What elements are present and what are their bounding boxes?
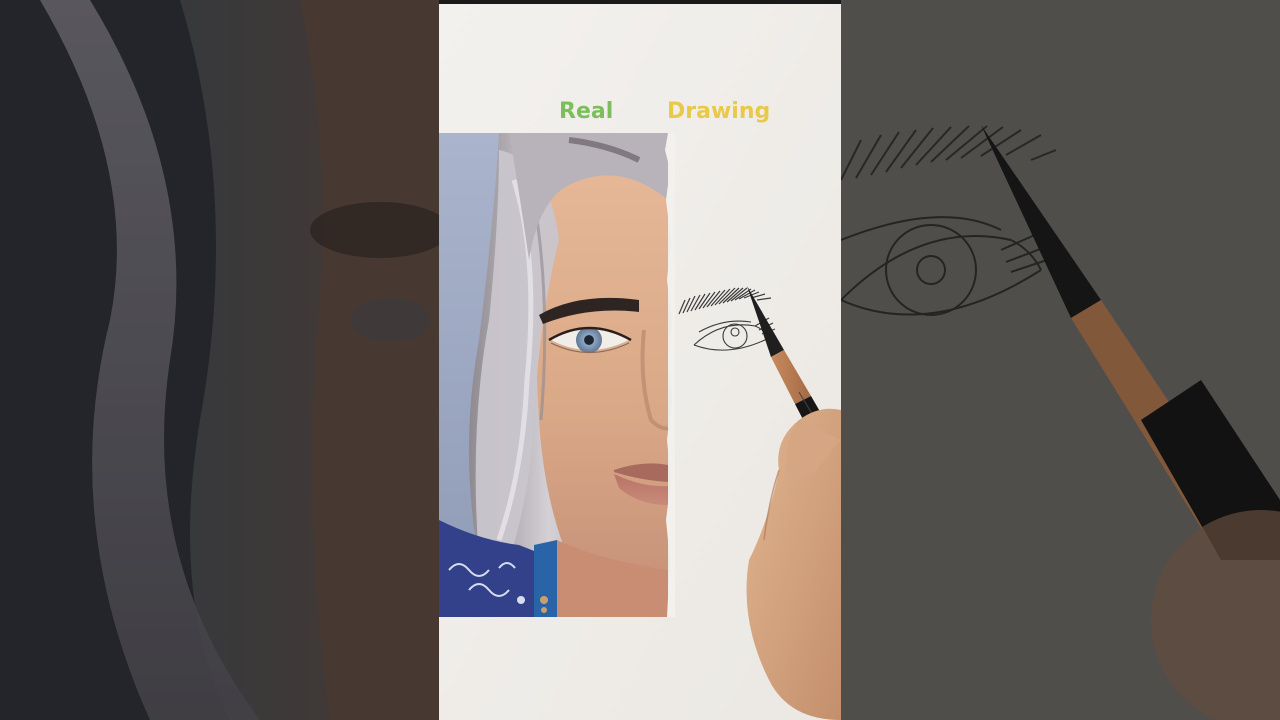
- blurred-backdrop-left: [0, 0, 439, 720]
- real-label: Real: [559, 99, 614, 124]
- video-frame: Real Drawing: [0, 0, 1280, 720]
- center-video[interactable]: Real Drawing: [439, 0, 841, 720]
- video-content: [439, 0, 841, 720]
- drawing-label: Drawing: [667, 99, 771, 124]
- blurred-backdrop-right: [841, 0, 1280, 720]
- reference-photo: [439, 133, 675, 617]
